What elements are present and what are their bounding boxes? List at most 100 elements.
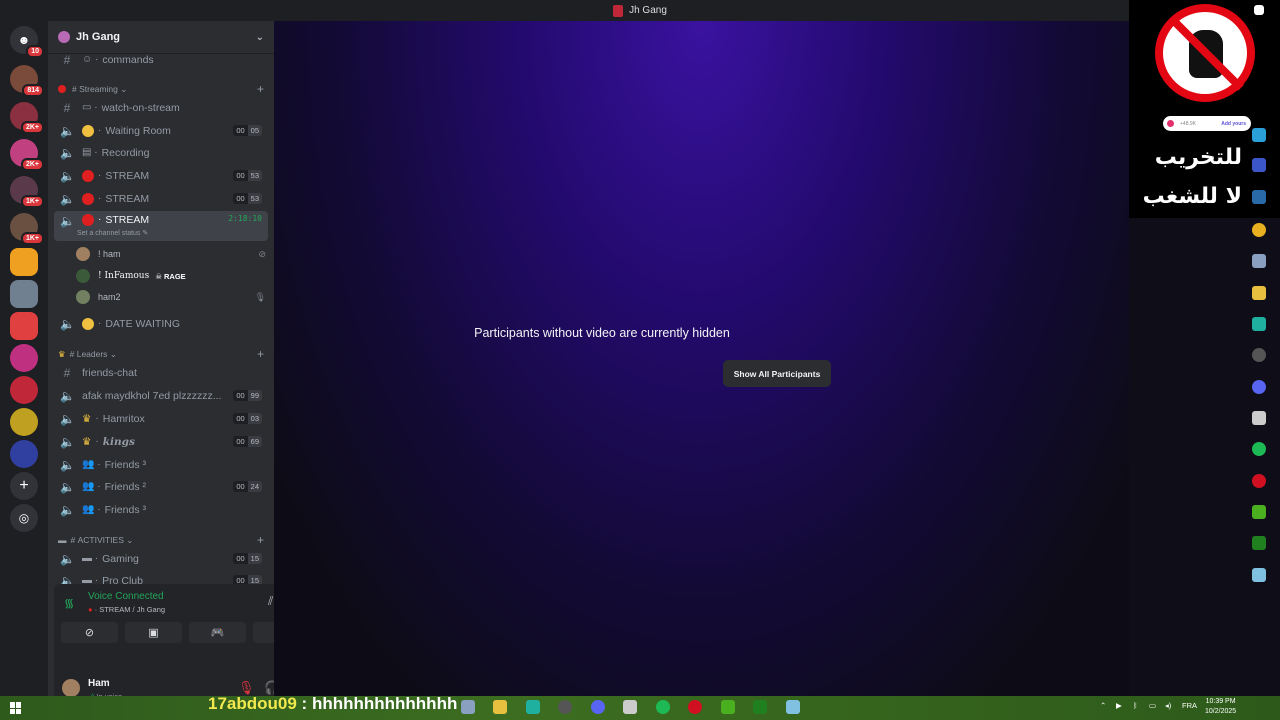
channel-status[interactable]: Set a channel status ✎: [77, 229, 148, 237]
server-icon-9[interactable]: [10, 344, 38, 372]
channel-afak[interactable]: 🔈 afak maydkhol 7ed plzzzzzz... 00 99: [54, 385, 268, 406]
clock-time: 10:39 PM: [1205, 698, 1236, 705]
server-icon-10[interactable]: [10, 376, 38, 404]
signal-icon[interactable]: ᯾: [64, 594, 74, 611]
folder-icon[interactable]: [493, 700, 507, 714]
voice-user-ham[interactable]: ! ham ⊘: [76, 244, 266, 264]
server-icon-12[interactable]: [10, 440, 38, 468]
clock-date: 10/2/2025: [1205, 708, 1237, 715]
app-icon[interactable]: [786, 700, 800, 714]
user-count: 00 03: [233, 413, 262, 424]
server-icon-2[interactable]: 2K+: [10, 102, 44, 134]
camera-off-button[interactable]: ⊘: [61, 622, 118, 643]
channel-commands[interactable]: # ☺ · commands: [54, 54, 268, 70]
language-indicator[interactable]: FRA: [1182, 701, 1197, 710]
start-icon[interactable]: [10, 702, 22, 714]
app-icon[interactable]: [461, 700, 475, 714]
noise-suppression-icon[interactable]: ⫽: [268, 594, 273, 609]
show-all-participants-button[interactable]: Show All Participants: [723, 360, 831, 387]
windows-icon[interactable]: [1254, 5, 1264, 15]
obs-icon[interactable]: [558, 700, 572, 714]
edge-icon[interactable]: [1252, 128, 1266, 142]
folder-icon[interactable]: [1252, 286, 1266, 300]
nvidia-icon[interactable]: [721, 700, 735, 714]
server-icon-8[interactable]: [10, 312, 38, 340]
channel-recording[interactable]: 🔈 ▤ · Recording: [54, 142, 268, 163]
server-icon-3[interactable]: 2K+: [10, 139, 44, 171]
nvidia-icon[interactable]: [1252, 505, 1266, 519]
network-icon[interactable]: ▭: [1149, 701, 1156, 710]
channel-friends-3b[interactable]: 🔈 👥 · Friends ³: [54, 499, 268, 520]
avatar[interactable]: [62, 679, 80, 697]
channel-waiting-room[interactable]: 🔈 · Waiting Room 00 05: [54, 120, 268, 141]
server-icon-7[interactable]: [10, 280, 38, 308]
bluetooth-icon[interactable]: ᛒ: [1133, 701, 1138, 710]
app-icon[interactable]: [1252, 536, 1266, 550]
discord-icon[interactable]: [591, 700, 605, 714]
spotify-icon[interactable]: [656, 700, 670, 714]
guild-header[interactable]: Jh Gang ⌄: [48, 21, 274, 54]
channel-label: Waiting Room: [105, 124, 171, 137]
channel-stream-2[interactable]: 🔈 · STREAM 00 53: [54, 188, 268, 209]
premiere-icon[interactable]: [1252, 158, 1266, 172]
speaker-icon: 🔈: [60, 123, 75, 138]
channel-label: Hamritox: [102, 412, 145, 425]
server-icon-11[interactable]: [10, 408, 38, 436]
home-button[interactable]: ☻ 10: [10, 26, 44, 58]
discord-icon[interactable]: [1252, 380, 1266, 394]
server-badge: 1K+: [20, 195, 44, 208]
channel-watch-on-stream[interactable]: # ▭ · watch-on-stream: [54, 97, 268, 118]
category-streaming[interactable]: # Streaming ⌄ +: [58, 81, 264, 97]
app-icon[interactable]: [1252, 568, 1266, 582]
channel-gaming[interactable]: 🔈 ▬ · Gaming 00 15: [54, 548, 268, 569]
add-channel-icon[interactable]: +: [257, 347, 264, 361]
share-screen-button[interactable]: ▣: [125, 622, 182, 643]
channel-pro-club[interactable]: 🔈 ▬ · Pro Club 00 15: [54, 570, 268, 584]
app-icon[interactable]: [1252, 317, 1266, 331]
obs-icon[interactable]: [1252, 348, 1266, 362]
server-icon-1[interactable]: 814: [10, 65, 44, 97]
mic-muted-icon: 🎙: [254, 291, 266, 302]
app-icon[interactable]: [1252, 411, 1266, 425]
chrome-icon[interactable]: [1252, 223, 1266, 237]
channel-label: afak maydkhol 7ed plzzzzzz...: [82, 389, 222, 402]
channel-kings[interactable]: 🔈 ♛ · kings 00 69: [54, 431, 268, 452]
app-icon[interactable]: [526, 700, 540, 714]
channel-label: Friends ²: [104, 480, 146, 493]
add-channel-icon[interactable]: +: [257, 533, 264, 547]
voice-status[interactable]: Voice Connected: [88, 591, 164, 602]
spotify-icon[interactable]: [1252, 442, 1266, 456]
channel-label: STREAM: [105, 214, 150, 226]
opera-icon[interactable]: [688, 700, 702, 714]
voice-location[interactable]: ● · STREAM / Jh Gang: [88, 605, 165, 614]
channel-stream-active[interactable]: 🔈 · STREAM 2:18:10 Set a channel status ✎: [54, 211, 268, 241]
tray-icon[interactable]: ▶: [1116, 701, 1122, 710]
system-clock[interactable]: 10:39 PM 10/2/2025: [1205, 697, 1236, 717]
volume-icon[interactable]: ◂): [1165, 701, 1171, 710]
add-server-icon[interactable]: +: [10, 472, 38, 500]
activities-button[interactable]: 🎮: [189, 622, 246, 643]
opera-icon[interactable]: [1252, 474, 1266, 488]
speaker-icon: 🔈: [60, 551, 75, 566]
app-icon[interactable]: [753, 700, 767, 714]
channel-stream-1[interactable]: 🔈 · STREAM 00 53: [54, 165, 268, 186]
server-icon-6[interactable]: [10, 248, 38, 276]
channel-date-waiting[interactable]: 🔈 · DATE WAITING: [54, 313, 268, 334]
channel-friends-3a[interactable]: 🔈 👥 · Friends ³: [54, 454, 268, 475]
category-activities[interactable]: ▬ # ACTIVITIES ⌄ +: [58, 532, 264, 548]
app-icon[interactable]: [623, 700, 637, 714]
server-icon-4[interactable]: 1K+: [10, 176, 44, 208]
server-icon-5[interactable]: 1K+: [10, 213, 44, 245]
add-channel-icon[interactable]: +: [257, 82, 264, 96]
explore-icon[interactable]: ◎: [10, 504, 38, 532]
voice-user-ham2[interactable]: ham2 🎙: [76, 287, 266, 307]
channel-hamritox[interactable]: 🔈 ♛ · Hamritox 00 03: [54, 408, 268, 429]
tray-chevron-icon[interactable]: ⌃: [1100, 701, 1106, 710]
voice-user-infamous[interactable]: ! InFamous ☠ RAGE: [76, 266, 266, 286]
category-leaders[interactable]: ♛ # Leaders ⌄ +: [58, 346, 264, 362]
user-count: 00 99: [233, 390, 262, 401]
steam-icon[interactable]: [1252, 190, 1266, 204]
channel-friends-chat[interactable]: # friends-chat: [54, 362, 268, 383]
channel-friends-2[interactable]: 🔈 👥 · Friends ² 00 24: [54, 476, 268, 497]
app-icon[interactable]: [1252, 254, 1266, 268]
